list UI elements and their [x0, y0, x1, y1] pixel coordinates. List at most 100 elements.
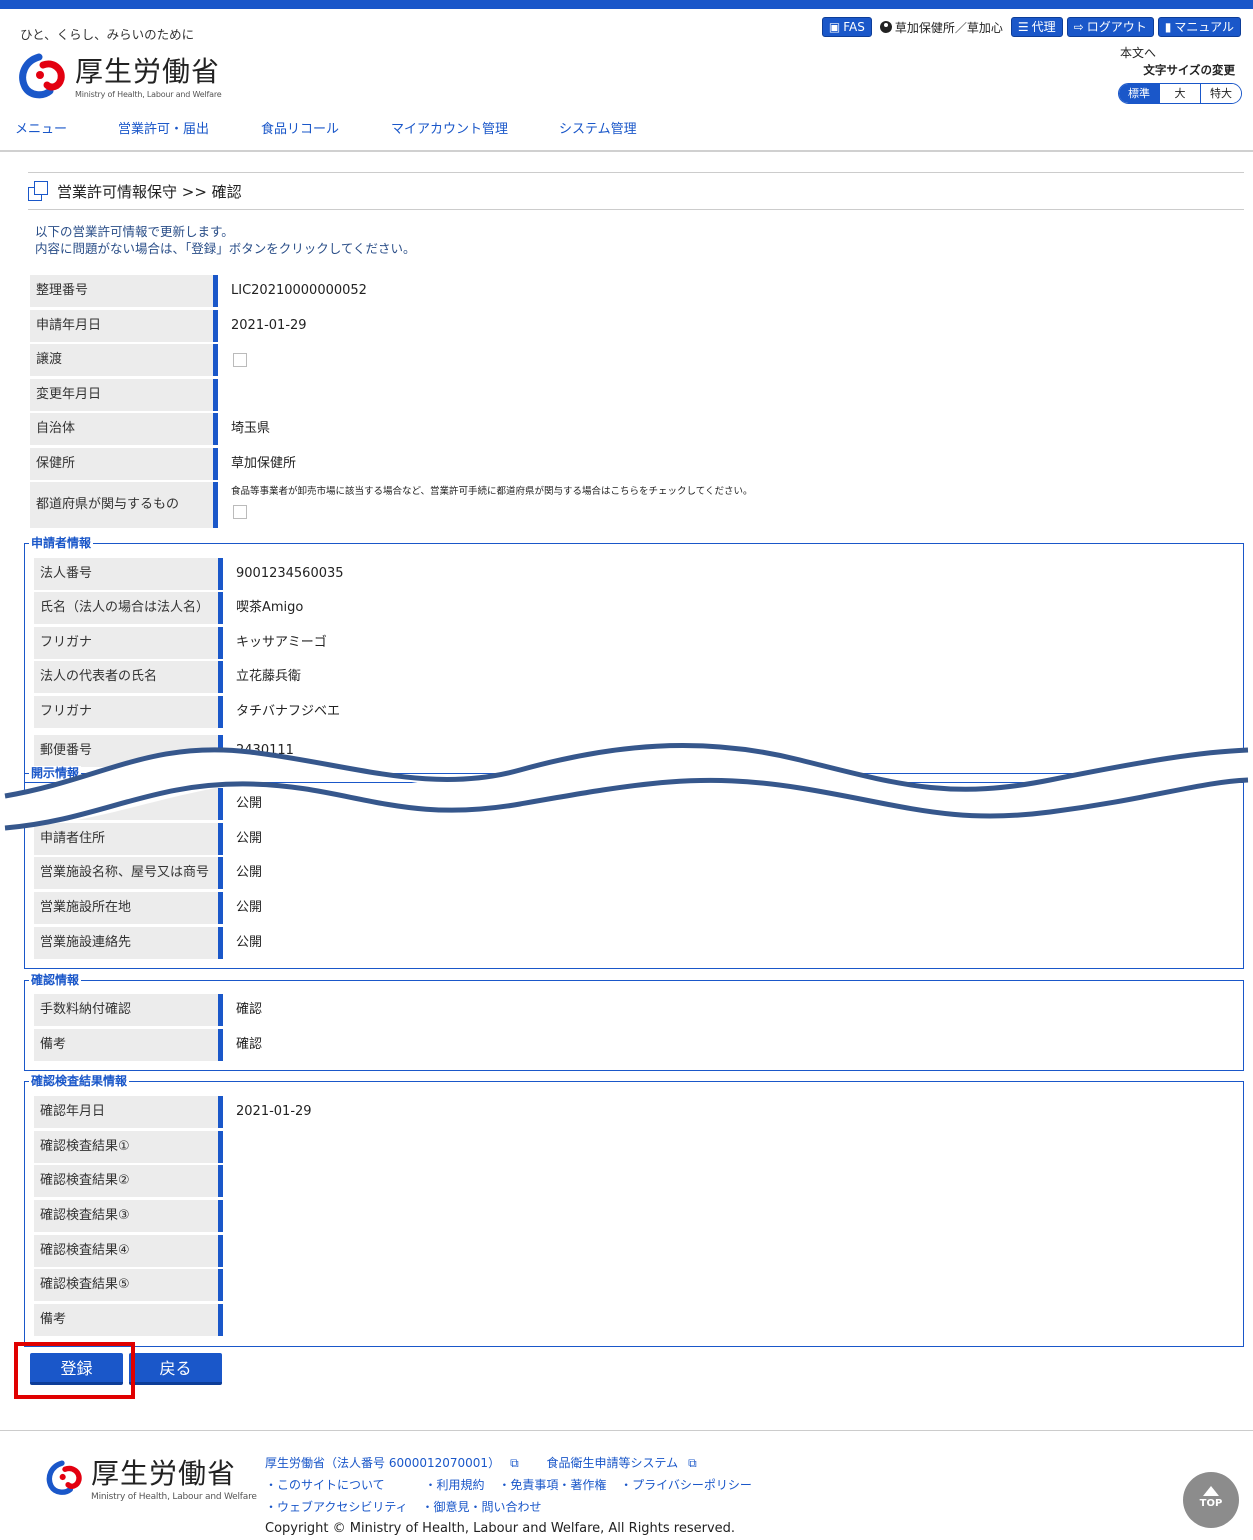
- font-size-large[interactable]: 大: [1159, 84, 1200, 103]
- footer-link-privacy[interactable]: ・プライバシーポリシー: [620, 1478, 752, 1492]
- manual-button[interactable]: ▮ マニュアル: [1157, 17, 1241, 37]
- field-label: 都道府県が関与するもの: [30, 482, 218, 528]
- footer-logo[interactable]: 厚生労働省 Ministry of Health, Labour and Wel…: [45, 1452, 257, 1502]
- utility-bar: ▣ FAS 草加保健所／草加心 ☰ 代理 ⇨ ログアウト ▮ マニュアル: [821, 17, 1241, 37]
- field-label: 備考: [34, 1029, 223, 1061]
- form-row: 氏名（法人の場合は法人名） 喫茶Amigo: [34, 592, 303, 624]
- back-to-top-label: TOP: [1199, 1498, 1223, 1509]
- page-title: 営業許可情報保守 >> 確認: [57, 182, 242, 201]
- field-value: 公開: [236, 900, 263, 915]
- field-value: 2021-01-29: [236, 1104, 312, 1119]
- field-value: 立花藤兵衛: [236, 669, 302, 684]
- arrow-up-icon: [1203, 1486, 1219, 1496]
- form-row: 備考: [34, 1304, 236, 1336]
- field-value: 喫茶Amigo: [236, 600, 304, 615]
- field-label: 確認年月日: [34, 1096, 223, 1128]
- footer-links: 厚生労働省（法人番号 6000012070001） ⧉ 食品衛生申請等システム ⧉ …: [265, 1452, 762, 1540]
- intro-text: 以下の営業許可情報で更新します。 内容に問題がない場合は、「登録」ボタンをクリッ…: [35, 223, 416, 257]
- field-value: 2021-01-29: [231, 318, 307, 333]
- form-row: 整理番号 LIC20210000000052: [30, 275, 367, 307]
- form-row: 備考 確認: [34, 1029, 262, 1061]
- nav-item-food-recall[interactable]: 食品リコール: [246, 110, 376, 150]
- proxy-button[interactable]: ☰ 代理: [1010, 17, 1063, 37]
- back-to-top-button[interactable]: TOP: [1183, 1472, 1239, 1528]
- footer-link-accessibility[interactable]: ・ウェブアクセシビリティ: [265, 1500, 408, 1514]
- field-value: [223, 1165, 236, 1197]
- field-label: 法人の代表者の氏名: [34, 661, 223, 693]
- font-size-standard[interactable]: 標準: [1119, 84, 1159, 103]
- prefecture-involved-checkbox[interactable]: [233, 505, 247, 519]
- skip-to-main-link[interactable]: 本文へ: [1120, 44, 1156, 61]
- font-size-switch: 標準 大 特大: [1118, 83, 1242, 104]
- external-link-icon: ⧉: [688, 1456, 697, 1470]
- nav-item-business-permit[interactable]: 営業許可・届出: [103, 110, 246, 150]
- window-icon: [28, 181, 48, 201]
- field-label: 備考: [34, 1304, 223, 1336]
- field-value: 草加保健所: [231, 456, 297, 471]
- top-accent-bar: [0, 0, 1253, 9]
- logout-button[interactable]: ⇨ ログアウト: [1066, 17, 1154, 37]
- external-link-icon: ⧉: [510, 1456, 519, 1470]
- main-nav: メニュー 営業許可・届出 食品リコール マイアカウント管理 システム管理: [0, 110, 1253, 152]
- field-label: 譲渡: [30, 344, 218, 376]
- nav-item-system-admin[interactable]: システム管理: [544, 110, 684, 150]
- system-link[interactable]: 食品衛生申請等システム: [546, 1456, 678, 1470]
- field-value: 公開: [236, 935, 263, 950]
- field-label: 保健所: [30, 448, 218, 480]
- field-value: 確認: [236, 1002, 263, 1017]
- form-row: 譲渡: [30, 344, 247, 376]
- page-title-bar: 営業許可情報保守 >> 確認: [28, 172, 1244, 210]
- site-logo[interactable]: 厚生労働省 Ministry of Health, Labour and Wel…: [17, 50, 222, 99]
- footer-link-contact[interactable]: ・御意見・問い合わせ: [422, 1500, 542, 1514]
- user-icon: [879, 21, 892, 33]
- field-value: 公開: [236, 865, 263, 880]
- field-label: 自治体: [30, 413, 218, 445]
- field-value: 埼玉県: [231, 421, 271, 436]
- ministry-link[interactable]: 厚生労働省（法人番号 6000012070001）: [265, 1456, 500, 1470]
- field-value: [223, 1269, 236, 1301]
- back-button[interactable]: 戻る: [129, 1353, 222, 1385]
- section-legend: 確認検査結果情報: [29, 1074, 130, 1088]
- form-row: 営業施設名称、屋号又は商号 公開: [34, 857, 262, 889]
- section-legend: 確認情報: [29, 973, 82, 987]
- form-row: 手数料納付確認 確認: [34, 994, 262, 1026]
- field-value: 9001234560035: [236, 566, 344, 581]
- nav-item-menu[interactable]: メニュー: [0, 110, 103, 150]
- highlight-box: [14, 1342, 135, 1399]
- copyright: Copyright © Ministry of Health, Labour a…: [265, 1521, 736, 1536]
- id-card-icon: ▣: [828, 20, 841, 34]
- logout-label: ログアウト: [1086, 20, 1147, 34]
- intro-line: 以下の営業許可情報で更新します。: [35, 224, 234, 239]
- field-label: 確認検査結果④: [34, 1235, 223, 1267]
- field-label: フリガナ: [34, 627, 223, 659]
- field-label: 変更年月日: [30, 379, 218, 411]
- form-row: 確認検査結果①: [34, 1131, 236, 1163]
- font-size-label: 文字サイズの変更: [1143, 63, 1235, 77]
- form-row: フリガナ タチバナフジベエ: [34, 696, 340, 728]
- field-value: [223, 1304, 236, 1336]
- field-value: キッサアミーゴ: [236, 635, 327, 650]
- field-label: 確認検査結果⑤: [34, 1269, 223, 1301]
- form-row: 確認検査結果④: [34, 1235, 236, 1267]
- form-row: 申請年月日 2021-01-29: [30, 310, 307, 342]
- font-size-xlarge[interactable]: 特大: [1200, 84, 1241, 103]
- transfer-checkbox[interactable]: [233, 352, 247, 367]
- form-row: 法人の代表者の氏名 立花藤兵衛: [34, 661, 301, 693]
- nav-item-my-account[interactable]: マイアカウント管理: [376, 110, 544, 150]
- footer-logo-subtitle: Ministry of Health, Labour and Welfare: [91, 1492, 257, 1502]
- form-row: 営業施設所在地 公開: [34, 892, 262, 924]
- fas-button[interactable]: ▣ FAS: [821, 17, 872, 37]
- field-value: LIC20210000000052: [231, 283, 367, 298]
- field-label: 営業施設連絡先: [34, 927, 223, 959]
- field-value: [223, 1200, 236, 1232]
- footer-link-about[interactable]: ・このサイトについて: [265, 1478, 385, 1492]
- footer-link-terms[interactable]: ・利用規約: [424, 1478, 484, 1492]
- form-row: 確認検査結果③: [34, 1200, 236, 1232]
- footer-link-disclaimer[interactable]: ・免責事項・著作権: [498, 1478, 606, 1492]
- manual-label: マニュアル: [1174, 20, 1234, 34]
- form-row: 都道府県が関与するもの 食品等事業者が卸売市場に該当する場合など、営業許可手続に…: [30, 482, 752, 528]
- form-row: フリガナ キッサアミーゴ: [34, 627, 327, 659]
- field-value: [223, 1235, 236, 1267]
- field-note: 食品等事業者が卸売市場に該当する場合など、営業許可手続に都道府県が関与する場合は…: [231, 486, 753, 497]
- user-name: 草加保健所／草加心: [894, 20, 1003, 35]
